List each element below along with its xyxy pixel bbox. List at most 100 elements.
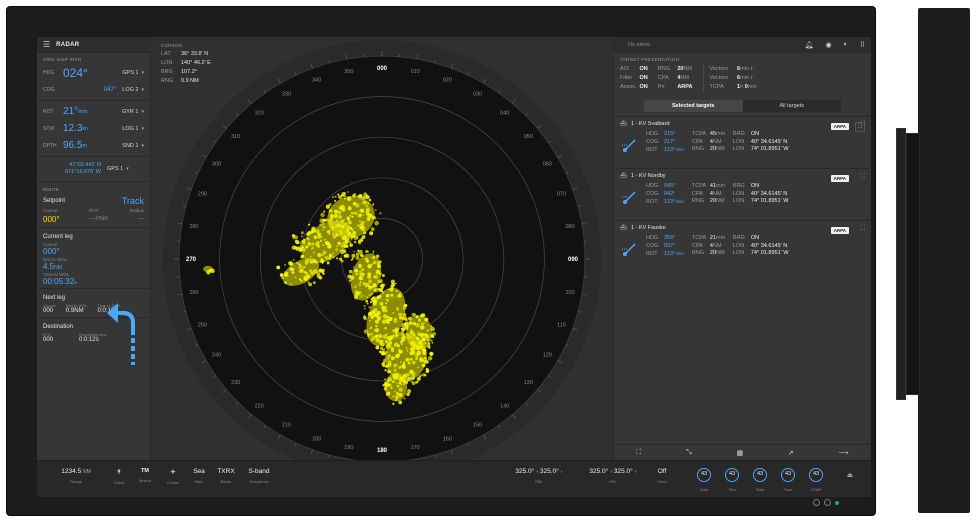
measure-icon[interactable]: ⤡ xyxy=(686,449,692,457)
radar-echo xyxy=(332,196,334,199)
chevron-down-icon[interactable]: ▾ xyxy=(141,109,144,115)
frequency-label: Frequency xyxy=(249,479,269,484)
chart-value: Off xyxy=(657,468,667,475)
chart-control[interactable]: Off Chart xyxy=(651,468,673,484)
arpa-badge: ARPA xyxy=(830,175,849,182)
setpoint-mode[interactable]: Track xyxy=(122,196,144,206)
radar-echo xyxy=(382,305,388,311)
target-card[interactable]: ⛴︎ 1 - KV Svalbard ARPA ⛶ HDG 215° COG 217° ROT 1… xyxy=(614,116,871,168)
chevron-down-icon[interactable]: ▾ xyxy=(141,126,144,132)
tab-selected-targets[interactable]: Selected targets xyxy=(644,100,743,112)
stw-row[interactable]: STW 12.3 kn LOG 1 ▾ xyxy=(37,120,150,137)
arrow-right-icon[interactable]: ⟶ xyxy=(839,449,849,457)
gain-knob[interactable]: 43 xyxy=(697,468,711,482)
bearing-label: 300 xyxy=(212,162,221,168)
cog-row[interactable]: COG 047° LOG 2 ▾ xyxy=(37,81,150,98)
minus-button[interactable] xyxy=(813,499,820,506)
radar-echo xyxy=(294,276,297,279)
dpth-row[interactable]: DPTH 96.5 m SND 1 ▾ xyxy=(37,137,150,154)
chevron-down-icon[interactable]: ▾ xyxy=(141,70,144,76)
position-row[interactable]: 41°03.441' N 071°16.676' W GPS 1 ▾ xyxy=(37,159,150,179)
range-control[interactable]: 1234.5 NM Range xyxy=(51,468,101,484)
radar-view[interactable]: CURSOR LAT 36° 33.8' N LON 140° 46.2' E BR… xyxy=(151,37,613,460)
expand-icon[interactable]: ⛶ xyxy=(860,121,865,129)
ship-icon: ⛴︎ xyxy=(620,173,627,179)
brightness-icon[interactable]: ◐ xyxy=(844,41,848,49)
target-presentation-grid[interactable]: AIS ON Filter ON Assoc. ON RNG 20NM CPA … xyxy=(614,65,871,92)
radar-echo xyxy=(313,251,315,254)
radar-echo xyxy=(404,380,409,385)
target-presentation-label: TARGET PRESENTATION xyxy=(620,57,680,62)
radar-echo xyxy=(296,261,299,265)
cfar-knob[interactable]: 43 xyxy=(809,468,823,482)
target-card[interactable]: ⛴︎ 1 - KV Fauske ARPA ⛶ HDG 356° COG 007° ROT 123… xyxy=(614,220,871,272)
radar-echo xyxy=(347,220,352,225)
hdg-row[interactable]: HDG 024° GPS 1 ▾ xyxy=(37,64,150,81)
time-value: 00:05:32 xyxy=(43,277,75,286)
radar-echo xyxy=(424,349,427,352)
radar-screen: ☰ RADAR OWN SHIP INFO HDG 024° GPS 1 ▾ C… xyxy=(37,37,871,497)
orient-control[interactable]: ↟ Orient xyxy=(107,468,131,485)
radar-echo xyxy=(320,259,325,264)
bearing-label: 290 xyxy=(198,192,207,198)
vrl-control[interactable]: 325.0° ↑ 325.0° ↑ VRL xyxy=(577,468,649,484)
destination-val: 000 xyxy=(43,337,54,343)
divider xyxy=(37,156,150,157)
radar-echo xyxy=(330,216,334,220)
chevron-down-icon[interactable]: ▾ xyxy=(141,143,144,149)
radar-echo xyxy=(206,270,211,275)
target-tabs: Selected targets All targets xyxy=(644,100,841,112)
bearing-label: 320 xyxy=(255,111,264,117)
eject-icon[interactable]: ⏏ xyxy=(843,471,857,479)
radar-echo xyxy=(291,270,295,274)
target-card[interactable]: ⛴︎ 1 - KV Nordby ARPA ⛶ HDG 045° COG 042° ROT 123… xyxy=(614,168,871,220)
rot-row[interactable]: ROT 21° /min GYR 1 ▾ xyxy=(37,103,150,120)
sea-knob[interactable]: 43 xyxy=(725,468,739,482)
grid-icon[interactable]: ⠿ xyxy=(860,41,865,49)
motion-control[interactable]: TM Motion xyxy=(133,468,157,483)
current-leg-title: Current leg xyxy=(43,234,73,240)
setpoint-row[interactable]: Setpoint Track xyxy=(37,195,150,207)
center-control[interactable]: ✈︎ Center xyxy=(161,468,185,485)
dpth-unit: m xyxy=(82,142,87,149)
right-panel-toolbar: ⛶ ⤡ ▦ ↗ ⟶ xyxy=(614,444,871,460)
radar-echo xyxy=(398,312,403,317)
chart-icon[interactable]: ▦ xyxy=(736,449,743,457)
chevron-down-icon[interactable]: ▾ xyxy=(141,87,144,93)
fullscreen-icon[interactable]: ⛶ xyxy=(636,449,641,457)
stab-control[interactable]: Sea Stab. xyxy=(187,468,211,484)
ebl-control[interactable]: 325.0° ↑ 325.0° ↑ EBL xyxy=(503,468,575,484)
radar-scope[interactable]: 000 010 020 030 040 050 060 070 080 090 100 110 120 1… xyxy=(151,37,613,460)
radar-echo xyxy=(357,249,360,252)
tune-knob[interactable]: 43 xyxy=(781,468,795,482)
rain-knob[interactable]: 43 xyxy=(753,468,767,482)
radar-echo xyxy=(323,210,326,213)
route-icon[interactable]: ↗ xyxy=(788,449,794,457)
setpoint-course-value[interactable]: 000° xyxy=(43,215,60,224)
bell-icon[interactable]: 🔔︎ xyxy=(805,41,814,49)
radar-echo xyxy=(341,209,344,212)
tab-all-targets[interactable]: All targets xyxy=(743,100,842,112)
plus-button[interactable] xyxy=(824,499,831,506)
radar-echo xyxy=(390,386,393,390)
chevron-down-icon[interactable]: ▾ xyxy=(126,166,129,172)
frequency-control[interactable]: S-band Frequency xyxy=(243,468,275,484)
position-lat: 41°03.441' N xyxy=(69,162,101,168)
tp-key: TCPA xyxy=(709,84,724,90)
user-icon[interactable]: ◉ xyxy=(826,41,832,49)
expand-icon[interactable]: ⛶ xyxy=(860,225,865,233)
expand-icon[interactable]: ⛶ xyxy=(860,173,865,181)
radar-echo xyxy=(347,191,349,193)
radar-echo xyxy=(398,349,403,354)
alerts-text[interactable]: No alerts xyxy=(628,42,650,48)
bearing-label: 250 xyxy=(198,322,207,328)
radar-echo xyxy=(350,238,353,241)
radar-control[interactable]: TXRX Radar xyxy=(213,468,239,484)
radar-echo xyxy=(378,340,380,343)
radar-echo xyxy=(366,296,369,299)
radar-echo xyxy=(298,248,303,252)
radar-echo xyxy=(322,244,325,246)
radar-echo xyxy=(358,193,363,199)
radar-echo xyxy=(365,195,370,200)
menu-icon[interactable]: ☰ xyxy=(43,40,50,49)
